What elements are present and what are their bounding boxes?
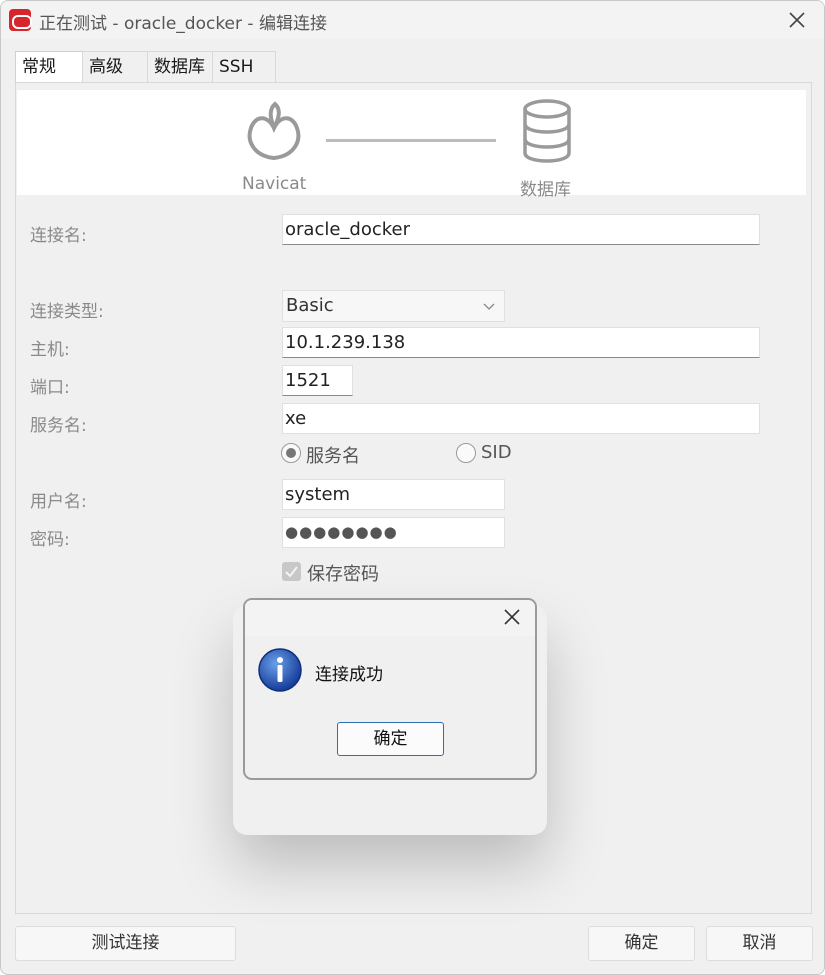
save-password-label: 保存密码 (307, 564, 379, 585)
connection-banner (17, 90, 806, 195)
connection-name-input[interactable]: oracle_docker (282, 214, 760, 245)
tab-ssh[interactable]: SSH (212, 51, 276, 82)
test-connection-button[interactable]: 测试连接 (15, 926, 236, 961)
window-title: 正在测试 - oracle_docker - 编辑连接 (39, 14, 327, 34)
connection-success-dialog: 连接成功 确定 (243, 598, 537, 780)
chevron-down-icon (483, 303, 495, 310)
radio-sid-label: SID (481, 442, 512, 463)
database-icon (523, 99, 571, 163)
ok-button[interactable]: 确定 (588, 926, 695, 961)
database-label: 数据库 (520, 180, 571, 200)
service-name-input[interactable]: xe (282, 403, 760, 434)
port-label: 端口: (30, 378, 70, 398)
dialog-title-bar (245, 600, 535, 636)
check-icon (285, 566, 298, 578)
tab-general[interactable]: 常规 (15, 51, 83, 84)
host-label: 主机: (30, 340, 70, 360)
username-input[interactable]: system (282, 479, 505, 510)
port-input[interactable]: 1521 (282, 365, 353, 396)
radio-sid[interactable] (456, 443, 476, 463)
save-password-checkbox[interactable] (282, 562, 301, 581)
navicat-icon (247, 101, 301, 161)
navicat-label: Navicat (242, 174, 307, 194)
host-input[interactable]: 10.1.239.138 (282, 327, 760, 358)
dialog-message: 连接成功 (315, 665, 383, 685)
title-bar: 正在测试 - oracle_docker - 编辑连接 (1, 1, 824, 39)
tab-database[interactable]: 数据库 (147, 51, 213, 82)
service-name-label: 服务名: (30, 416, 87, 436)
connection-type-select[interactable]: Basic (282, 290, 505, 322)
dialog-close-icon[interactable] (501, 606, 523, 628)
password-input[interactable]: ●●●●●●●● (282, 517, 505, 548)
connection-link-line (326, 139, 496, 142)
radio-service-name-label: 服务名 (306, 446, 360, 467)
username-label: 用户名: (30, 492, 87, 512)
tab-bar: 常规 高级 数据库 SSH (15, 51, 276, 84)
info-icon (258, 648, 302, 692)
connection-type-label: 连接类型: (30, 302, 104, 322)
cancel-button[interactable]: 取消 (706, 926, 813, 961)
connection-type-value: Basic (286, 295, 334, 316)
close-icon[interactable] (784, 7, 810, 33)
connection-name-label: 连接名: (30, 226, 87, 246)
app-icon (9, 9, 32, 31)
dialog-ok-button[interactable]: 确定 (337, 722, 444, 756)
edit-connection-window: 正在测试 - oracle_docker - 编辑连接 常规 高级 数据库 SS… (0, 0, 825, 975)
password-label: 密码: (30, 530, 70, 550)
tab-advanced[interactable]: 高级 (82, 51, 148, 82)
radio-service-name[interactable] (281, 443, 301, 463)
